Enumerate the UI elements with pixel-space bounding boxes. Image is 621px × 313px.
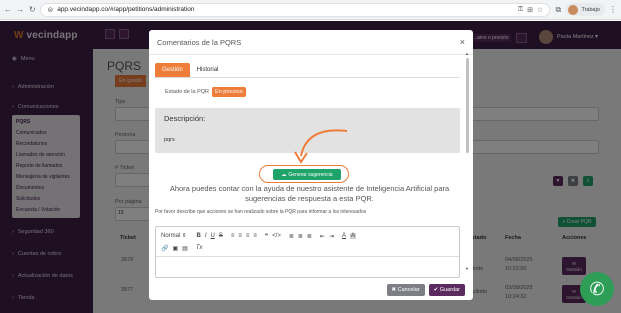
address-bar[interactable]: ⊜ app.vecindapp.co/#/app/petitions/admin… bbox=[40, 2, 551, 17]
url-text: app.vecindapp.co/#/app/petitions/adminis… bbox=[57, 6, 195, 13]
cloud-icon: ☁ bbox=[281, 171, 287, 178]
rich-text-editor[interactable]: Normal ⇕ B I U S ≡ ≡ ≡ ≡ ❞ </> ≣ ≣ ≣ ⇤ ⇥… bbox=[155, 226, 460, 278]
scroll-down-icon[interactable]: ▼ bbox=[465, 266, 469, 271]
modal-scrollbar[interactable] bbox=[466, 58, 469, 153]
modal-tabs: Gestión Historial bbox=[155, 63, 225, 77]
site-info-icon[interactable]: ⊜ bbox=[47, 6, 53, 14]
tab-historial[interactable]: Historial bbox=[190, 63, 226, 77]
video-icon[interactable]: ▤ bbox=[182, 245, 188, 252]
align-right-icon[interactable]: ≡ bbox=[246, 233, 250, 239]
outdent-icon[interactable]: ⇤ bbox=[320, 233, 325, 240]
key-icon[interactable]: ⚿ bbox=[518, 6, 523, 14]
description-value: pqrs bbox=[164, 137, 175, 143]
description-title: Descripción: bbox=[164, 114, 206, 123]
align-left-icon[interactable]: ≡ bbox=[231, 233, 235, 239]
save-button[interactable]: ✔ Guardar bbox=[428, 283, 465, 296]
format-select[interactable]: Normal ⇕ bbox=[161, 233, 186, 239]
tab-gestion[interactable]: Gestión bbox=[155, 63, 190, 77]
estado-label: Estado de la PQR bbox=[165, 89, 210, 95]
bold-icon[interactable]: B bbox=[196, 233, 200, 239]
check-list-icon[interactable]: ≣ bbox=[307, 233, 312, 240]
tab-divider bbox=[155, 77, 460, 78]
avatar bbox=[568, 4, 579, 15]
strike-icon[interactable]: S bbox=[219, 233, 223, 239]
clear-format-icon[interactable]: Tx bbox=[196, 245, 203, 251]
align-justify-icon[interactable]: ≡ bbox=[253, 233, 257, 239]
back-icon[interactable]: ← bbox=[4, 5, 12, 15]
ordered-list-icon[interactable]: ≣ bbox=[289, 233, 294, 240]
toolbar-row: Normal ⇕ B I U S ≡ ≡ ≡ ≡ ❞ </> ≣ ≣ ≣ ⇤ ⇥… bbox=[161, 230, 454, 242]
format-select-value: Normal bbox=[161, 233, 181, 239]
generate-suggestion-button[interactable]: ☁ Generar sugerencia bbox=[273, 169, 341, 180]
browser-chrome: ← → ↻ ⊜ app.vecindapp.co/#/app/petitions… bbox=[0, 0, 621, 20]
status-badge[interactable]: En proceso bbox=[212, 87, 246, 97]
star-icon[interactable]: ☆ bbox=[537, 6, 543, 14]
scroll-up-icon[interactable]: ▲ bbox=[465, 51, 469, 56]
background-color-icon[interactable]: A bbox=[350, 233, 357, 239]
link-icon[interactable]: 🔗 bbox=[161, 245, 168, 252]
underline-icon[interactable]: U bbox=[211, 233, 215, 239]
image-icon[interactable]: ▣ bbox=[172, 245, 178, 252]
more-menu-icon[interactable]: ⋮ bbox=[609, 5, 617, 15]
quote-icon[interactable]: ❞ bbox=[265, 233, 268, 240]
phone-icon[interactable]: ✆ bbox=[580, 272, 614, 306]
close-icon[interactable]: × bbox=[460, 37, 465, 47]
modal-footer: ✖ Cancelar ✔ Guardar bbox=[149, 279, 473, 300]
bullet-list-icon[interactable]: ≣ bbox=[298, 233, 303, 240]
cancel-button[interactable]: ✖ Cancelar bbox=[386, 283, 425, 296]
pqrs-comments-modal: Comentarios de la PQRS × Gestión Histori… bbox=[149, 30, 473, 300]
profile-label: Trabajo bbox=[581, 6, 600, 13]
editor-toolbar: Normal ⇕ B I U S ≡ ≡ ≡ ≡ ❞ </> ≣ ≣ ≣ ⇤ ⇥… bbox=[156, 227, 459, 257]
modal-title: Comentarios de la PQRS bbox=[157, 37, 242, 47]
code-icon[interactable]: </> bbox=[272, 233, 281, 239]
toolbar-row: 🔗 ▣ ▤ Tx bbox=[161, 242, 454, 254]
arrow-annotation-icon bbox=[294, 129, 348, 164]
profile-chip[interactable]: Trabajo bbox=[566, 3, 605, 16]
forward-icon[interactable]: → bbox=[16, 5, 24, 15]
estado-row: Estado de la PQR En proceso bbox=[165, 87, 246, 97]
extensions-icon[interactable]: ⧉ bbox=[554, 5, 562, 15]
ai-info-text: Ahora puedes contar con la ayuda de nues… bbox=[169, 184, 450, 203]
text-color-icon[interactable]: A bbox=[342, 233, 346, 239]
install-icon[interactable]: ⊞ bbox=[527, 6, 533, 14]
align-center-icon[interactable]: ≡ bbox=[238, 233, 242, 239]
help-text: Por favor describe que acciones se han r… bbox=[155, 209, 367, 215]
italic-icon[interactable]: I bbox=[205, 233, 207, 239]
generate-suggestion-label: Generar sugerencia bbox=[288, 171, 333, 178]
reload-icon[interactable]: ↻ bbox=[28, 5, 36, 15]
indent-icon[interactable]: ⇥ bbox=[329, 233, 334, 240]
modal-header: Comentarios de la PQRS × bbox=[149, 30, 473, 55]
